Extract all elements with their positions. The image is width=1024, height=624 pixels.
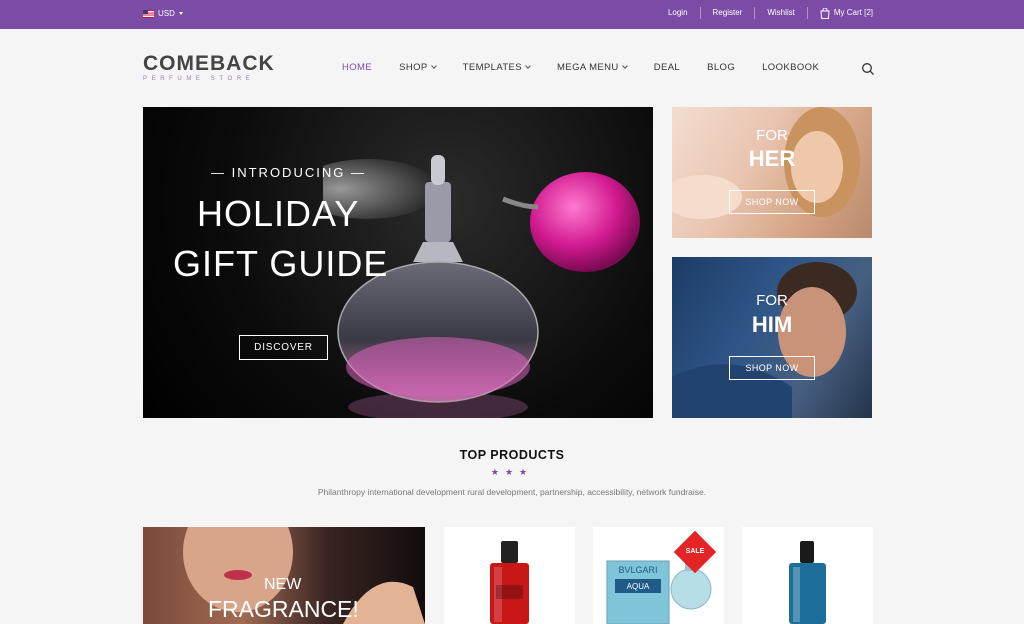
hero-title-line1: HOLIDAY xyxy=(197,193,360,234)
product-card[interactable] xyxy=(444,527,575,624)
red-perfume-bottle-icon xyxy=(490,541,529,624)
box-brand-text: BVLGARI xyxy=(618,565,657,575)
section-stars: ★★★ xyxy=(490,467,534,477)
banner-him-for: FOR xyxy=(756,292,788,309)
caret-down-icon xyxy=(178,12,183,15)
nav-label: LOOKBOOK xyxy=(762,62,820,73)
promo-fragrance-label: FRAGRANCE! xyxy=(208,596,359,622)
main-nav: HOME SHOP TEMPLATES MEGA MENU DEAL BLOG … xyxy=(342,62,846,73)
product-card[interactable]: BVLGARI AQUA SALE xyxy=(593,527,724,624)
top-bar: USD Login Register Wishlist My Cart [2] xyxy=(0,0,1024,29)
shop-now-him-button[interactable]: SHOP NOW xyxy=(729,356,815,380)
nav-label: TEMPLATES xyxy=(462,62,523,73)
hero-intro: — INTRODUCING — xyxy=(211,165,366,180)
nav-label: SHOP xyxy=(399,62,428,73)
banner-for-her[interactable]: FOR HER SHOP NOW xyxy=(672,107,872,238)
store-logo[interactable]: COMEBACK PERFUME STORE xyxy=(143,52,275,82)
nav-item-templates[interactable]: TEMPLATES xyxy=(462,62,531,73)
discover-button[interactable]: DISCOVER xyxy=(239,335,328,360)
banner-her-title: HER xyxy=(748,146,796,171)
hero-banner: — INTRODUCING — HOLIDAY GIFT GUIDE DISCO… xyxy=(143,107,653,418)
currency-label: USD xyxy=(158,9,175,18)
nav-item-blog[interactable]: BLOG xyxy=(707,62,735,73)
register-link[interactable]: Register xyxy=(701,7,756,19)
promo-new-label: NEW xyxy=(264,576,302,593)
currency-selector[interactable]: USD xyxy=(143,9,183,18)
section-description: Philanthropy international development r… xyxy=(317,487,707,497)
hero-title-line2: GIFT GUIDE xyxy=(173,243,389,284)
product-card[interactable] xyxy=(742,527,873,624)
nav-label: HOME xyxy=(342,62,373,73)
blue-perfume-bottle-icon xyxy=(789,541,826,624)
nav-item-deal[interactable]: DEAL xyxy=(654,62,680,73)
chevron-down-icon xyxy=(430,63,437,69)
search-icon[interactable] xyxy=(861,62,875,76)
nav-label: DEAL xyxy=(653,62,681,73)
logo-tagline: PERFUME STORE xyxy=(143,76,255,82)
cart-label: My Cart [2] xyxy=(833,8,873,17)
section-title: TOP PRODUCTS xyxy=(459,448,565,462)
banner-for-him[interactable]: FOR HIM SHOP NOW xyxy=(672,257,872,418)
box-name-text: AQUA xyxy=(627,582,650,591)
banner-him-title: HIM xyxy=(751,312,793,337)
nav-item-lookbook[interactable]: LOOKBOOK xyxy=(762,62,819,73)
wishlist-link[interactable]: Wishlist xyxy=(755,7,808,19)
login-link[interactable]: Login xyxy=(656,7,701,19)
new-fragrance-promo[interactable]: NEW FRAGRANCE! xyxy=(143,527,425,624)
chevron-down-icon xyxy=(621,63,628,69)
nav-label: MEGA MENU xyxy=(557,62,619,73)
logo-name: COMEBACK xyxy=(143,52,275,75)
sale-badge-label: SALE xyxy=(685,548,705,555)
chevron-down-icon xyxy=(525,63,531,69)
shopping-bag-icon xyxy=(820,7,830,19)
nav-item-shop[interactable]: SHOP xyxy=(399,62,437,73)
cart-link[interactable]: My Cart [2] xyxy=(808,7,873,19)
nav-label: BLOG xyxy=(707,62,736,73)
shop-now-her-button[interactable]: SHOP NOW xyxy=(729,190,815,214)
banner-her-for: FOR xyxy=(756,127,788,144)
nav-item-mega-menu[interactable]: MEGA MENU xyxy=(557,62,628,73)
us-flag-icon xyxy=(143,9,154,18)
nav-item-home[interactable]: HOME xyxy=(342,62,372,73)
account-links: Login Register Wishlist My Cart [2] xyxy=(656,7,873,19)
